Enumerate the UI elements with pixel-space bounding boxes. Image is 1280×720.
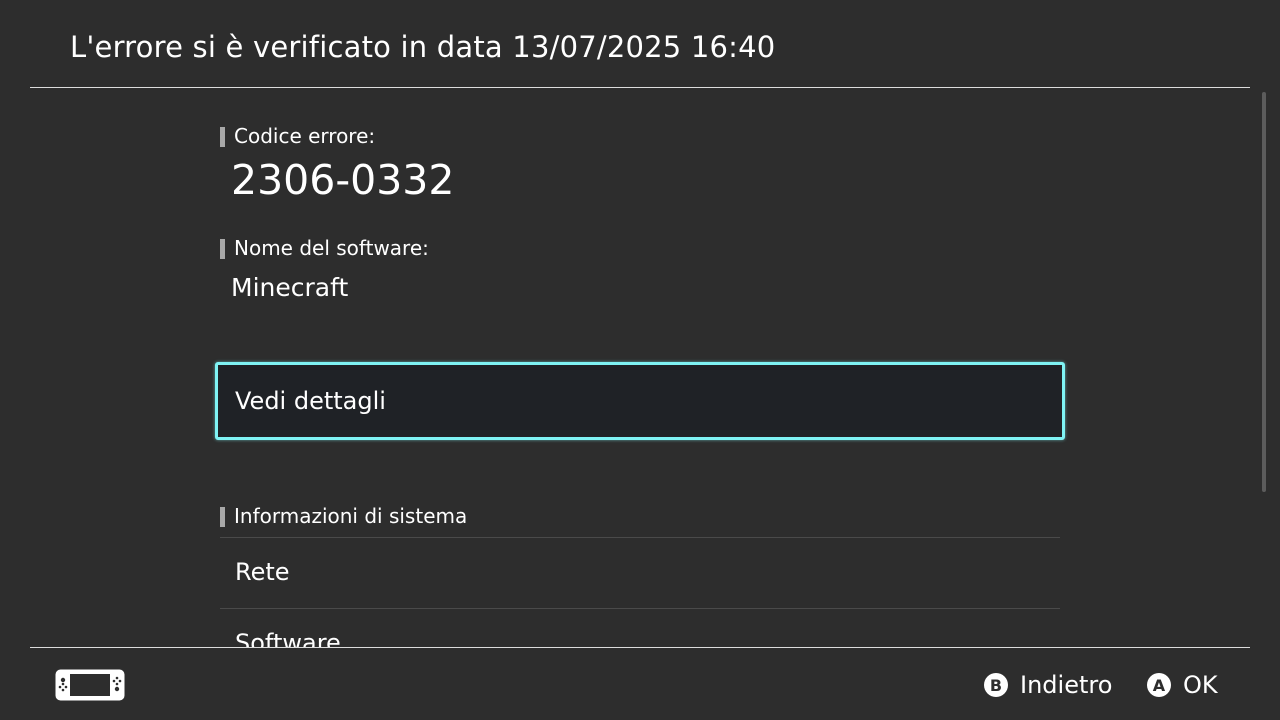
list-item-label: Software [235,629,341,647]
content-area[interactable]: Codice errore: 2306-0332 Nome del softwa… [0,88,1250,647]
section-marker [220,507,225,527]
error-screen: L'errore si è verificato in data 13/07/2… [0,0,1280,720]
system-info-label-text: Informazioni di sistema [234,504,468,528]
software-name-value: Minecraft [231,273,349,302]
back-button[interactable]: B Indietro [984,670,1112,700]
system-info-label: Informazioni di sistema [220,504,467,528]
error-code-value: 2306-0332 [231,156,455,204]
handheld-console-icon [55,669,125,705]
system-info-list: Rete Software [220,537,1060,647]
system-info-item-network[interactable]: Rete [220,537,1060,608]
view-details-label: Vedi dettagli [235,387,386,415]
software-name-label: Nome del software: [220,236,429,260]
a-button-icon: A [1147,673,1171,697]
b-button-icon: B [984,673,1008,697]
back-button-label: Indietro [1020,671,1113,699]
software-name-label-text: Nome del software: [234,236,429,260]
footer-divider [30,647,1250,648]
section-marker [220,239,225,259]
error-code-label: Codice errore: [220,124,375,148]
error-code-label-text: Codice errore: [234,124,376,148]
list-item-label: Rete [235,558,290,586]
scrollbar[interactable] [1262,92,1266,492]
section-marker [220,127,225,147]
page-title: L'errore si è verificato in data 13/07/2… [70,30,776,64]
ok-button[interactable]: A OK [1147,670,1218,700]
ok-button-label: OK [1183,671,1218,699]
system-info-item-software[interactable]: Software [220,608,1060,647]
view-details-button[interactable]: Vedi dettagli [215,362,1065,440]
